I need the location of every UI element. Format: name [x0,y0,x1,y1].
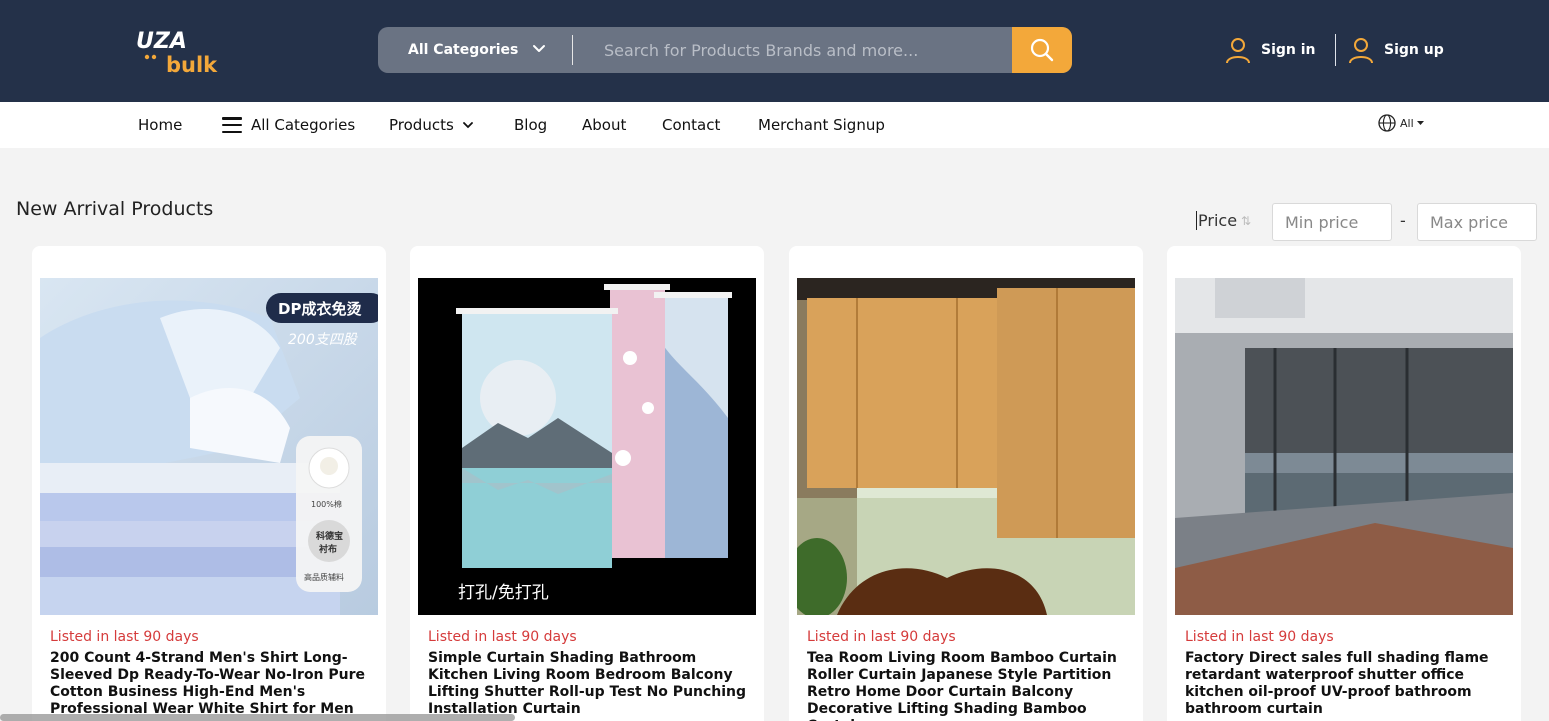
nav-label: About [582,116,627,134]
nav-label: Blog [514,116,548,134]
product-card[interactable]: DP成衣免烫 200支四股 100%棉 科德宝 衬布 高品质辅料 Listed … [32,246,386,721]
product-card[interactable]: Listed in last 90 days Factory Direct sa… [1167,246,1521,721]
chevron-down-icon [462,122,473,129]
search-button[interactable] [1012,27,1072,73]
listed-badge: Listed in last 90 days [428,629,577,645]
caret-down-icon [1416,120,1424,125]
sign-up-label: Sign up [1384,42,1444,58]
hamburger-icon [222,117,242,133]
product-card[interactable]: Listed in last 90 days Tea Room Living R… [789,246,1143,721]
language-label: All [1400,116,1414,130]
chevron-down-icon [533,45,545,52]
listed-badge: Listed in last 90 days [1185,629,1334,645]
price-range-dash: - [1400,211,1406,230]
product-image[interactable]: DP成衣免烫 200支四股 100%棉 科德宝 衬布 高品质辅料 [40,278,378,615]
category-select[interactable]: All Categories [378,27,574,73]
svg-text:打孔/免打孔: 打孔/免打孔 [458,583,549,603]
horizontal-scrollbar[interactable] [0,714,515,721]
auth-divider [1335,34,1336,66]
search-bar: All Categories [378,27,1072,73]
user-icon [1349,38,1373,64]
nav-label: All Categories [251,116,356,134]
sort-icon: ⇅ [1241,213,1252,228]
product-title[interactable]: Tea Room Living Room Bamboo Curtain Roll… [807,650,1133,721]
product-title[interactable]: Factory Direct sales full shading flame … [1185,650,1511,718]
language-selector[interactable]: All [1377,113,1424,133]
price-sort[interactable]: Price ⇅ [1196,211,1251,230]
nav-all-categories[interactable]: All Categories [222,102,355,148]
search-input[interactable] [588,27,1008,73]
category-select-label: All Categories [408,42,519,58]
nav-label: Home [138,116,183,134]
product-card[interactable]: 打孔/免打孔 Listed in last 90 days Simple Cur… [410,246,764,721]
min-price-input[interactable] [1272,203,1392,241]
product-image[interactable] [797,278,1135,615]
nav-merchant-signup[interactable]: Merchant Signup [758,102,885,148]
listed-badge: Listed in last 90 days [807,629,956,645]
svg-text:UZA: UZA [136,29,187,54]
nav-label: Products [389,116,454,134]
top-header: UZA bulk All Categories Sign in [0,0,1549,102]
nav-products[interactable]: Products [389,102,474,148]
search-icon [1030,38,1054,62]
svg-text:200支四股: 200支四股 [288,332,359,348]
max-price-input[interactable] [1417,203,1537,241]
sign-in-link[interactable]: Sign in [1225,34,1316,66]
listed-badge: Listed in last 90 days [50,629,199,645]
globe-icon [1378,114,1396,132]
svg-text:DP成衣免烫: DP成衣免烫 [278,300,362,318]
search-divider [572,35,573,65]
svg-text:高品质辅料: 高品质辅料 [304,572,344,582]
logo-mark: UZA bulk [136,29,218,77]
nav-blog[interactable]: Blog [514,102,547,148]
product-title[interactable]: Simple Curtain Shading Bathroom Kitchen … [428,650,754,718]
svg-text:100%棉: 100%棉 [311,499,342,509]
svg-text:科德宝: 科德宝 [316,530,343,542]
product-title[interactable]: 200 Count 4-Strand Men's Shirt Long-Slee… [50,650,376,718]
section-title: New Arrival Products [16,198,214,220]
nav-contact[interactable]: Contact [662,102,720,148]
sign-in-label: Sign in [1261,42,1316,58]
nav-label: Merchant Signup [758,116,885,134]
svg-text:bulk: bulk [166,53,218,76]
svg-text:衬布: 衬布 [319,543,337,555]
main-nav: Home All Categories Products Blog About … [0,102,1549,148]
product-image[interactable] [1175,278,1513,615]
user-icon [1226,38,1250,64]
nav-label: Contact [662,116,721,134]
nav-home[interactable]: Home [138,102,182,148]
price-sort-label: Price [1198,211,1238,230]
sign-up-link[interactable]: Sign up [1348,34,1444,66]
nav-about[interactable]: About [582,102,626,148]
site-logo[interactable]: UZA bulk [134,26,224,77]
product-image[interactable]: 打孔/免打孔 [418,278,756,615]
